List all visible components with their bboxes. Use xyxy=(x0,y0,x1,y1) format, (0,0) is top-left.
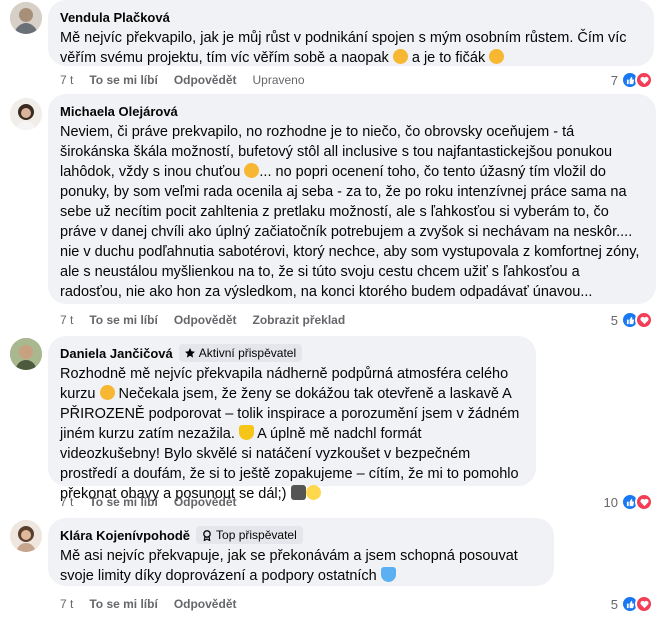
comment-text: Mě nejvíc překvapilo, jak je můj růst v … xyxy=(60,30,627,66)
reaction-count: 7 xyxy=(610,72,618,88)
avatar[interactable] xyxy=(10,338,42,370)
blue-heart-icon xyxy=(380,567,396,582)
comment-actions: 7 t To se mi líbí Odpovědět xyxy=(60,494,252,510)
sparkle-star-icon xyxy=(305,485,321,500)
like-button[interactable]: To se mi líbí xyxy=(89,597,157,611)
comment-actions: 7 t To se mi líbí Odpovědět Upraveno xyxy=(60,72,321,88)
comment-text: Mě asi nejvíc překvapuje, jak se překoná… xyxy=(60,548,518,584)
heart-icon xyxy=(635,595,653,613)
reactions[interactable]: 10 xyxy=(604,492,653,512)
star-icon xyxy=(184,348,195,358)
smirk-face-icon xyxy=(489,49,505,64)
author-name[interactable]: Daniela Jančičová xyxy=(60,346,173,361)
reactions[interactable]: 7 xyxy=(611,70,653,90)
avatar[interactable] xyxy=(10,2,42,34)
reply-button[interactable]: Odpovědět xyxy=(174,597,237,611)
comment-bubble: Michaela Olejárová Neviem, či práve prek… xyxy=(48,94,656,304)
reactions[interactable]: 5 xyxy=(611,310,653,330)
reply-button[interactable]: Odpovědět xyxy=(174,73,237,87)
like-button[interactable]: To se mi líbí xyxy=(89,495,157,509)
edited-label: Upraveno xyxy=(252,73,305,87)
smiling-face-hearts-icon xyxy=(392,49,408,64)
like-button[interactable]: To se mi líbí xyxy=(89,73,157,87)
comment-actions: 7 t To se mi líbí Odpovědět xyxy=(60,596,252,612)
avatar[interactable] xyxy=(10,520,42,552)
reply-button[interactable]: Odpovědět xyxy=(174,313,237,327)
heart-icon xyxy=(635,71,653,89)
active-contributor-badge[interactable]: Aktivní přispěvatel xyxy=(178,344,303,362)
reaction-count: 5 xyxy=(610,312,618,328)
comment-bubble: Klára Kojenívpohodě Top přispěvatel Mě a… xyxy=(48,518,554,586)
like-button[interactable]: To se mi líbí xyxy=(89,313,157,327)
comment-text: Neviem, či práve prekvapilo, no rozhodne… xyxy=(60,124,640,300)
comment-bubble: Daniela Jančičová Aktivní přispěvatel Ro… xyxy=(48,336,536,502)
timestamp[interactable]: 7 t xyxy=(60,313,73,327)
author-name[interactable]: Vendula Plačková xyxy=(60,10,170,25)
reactions[interactable]: 5 xyxy=(611,594,653,614)
heart-icon xyxy=(635,493,653,511)
award-icon xyxy=(203,529,211,541)
timestamp[interactable]: 7 t xyxy=(60,597,73,611)
reaction-count: 5 xyxy=(610,596,618,612)
timestamp[interactable]: 7 t xyxy=(60,73,73,87)
avatar[interactable] xyxy=(10,98,42,130)
yellow-heart-icon xyxy=(238,425,254,440)
smile-icon xyxy=(244,163,260,178)
reaction-count: 10 xyxy=(603,494,618,510)
heart-icon xyxy=(635,311,653,329)
comment-bubble: Vendula Plačková Mě nejvíc překvapilo, j… xyxy=(48,0,654,66)
reply-button[interactable]: Odpovědět xyxy=(174,495,237,509)
top-contributor-badge[interactable]: Top přispěvatel xyxy=(196,526,303,544)
author-name[interactable]: Michaela Olejárová xyxy=(60,104,178,119)
author-name[interactable]: Klára Kojenívpohodě xyxy=(60,528,190,543)
smile-icon xyxy=(99,385,115,400)
movie-camera-icon xyxy=(290,485,306,500)
comment-actions: 7 t To se mi líbí Odpovědět Zobrazit pře… xyxy=(60,312,361,328)
timestamp[interactable]: 7 t xyxy=(60,495,73,509)
comment-text: Rozhodně mě nejvíc překvapila nádherně p… xyxy=(60,366,520,502)
show-translation-button[interactable]: Zobrazit překlad xyxy=(252,313,345,327)
